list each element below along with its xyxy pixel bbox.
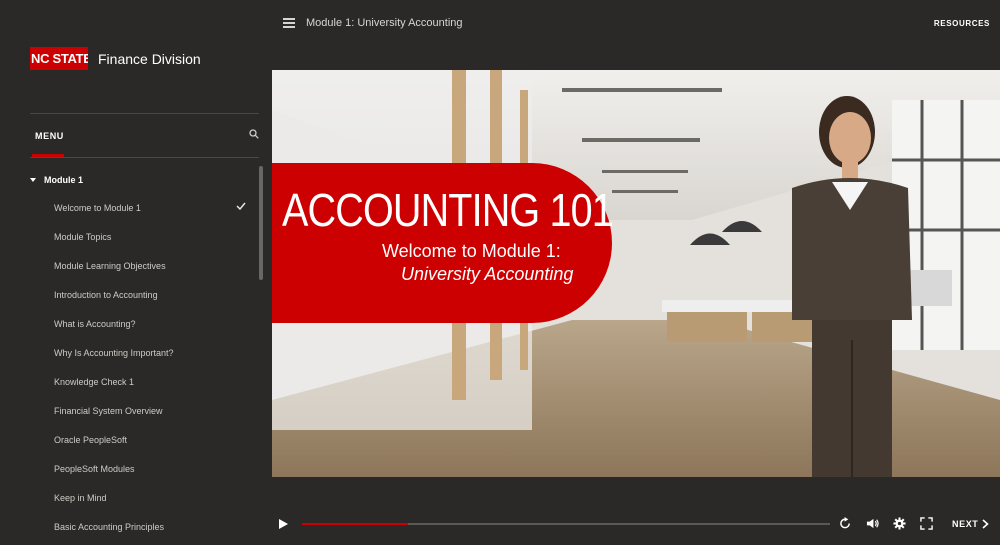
- module-title: Module 1: University Accounting: [306, 17, 463, 29]
- fullscreen-icon[interactable]: [920, 517, 933, 530]
- resources-button[interactable]: RESOURCES: [934, 19, 990, 28]
- menu-item-label: Basic Accounting Principles: [54, 521, 165, 532]
- check-icon: [236, 202, 246, 210]
- menu-divider: [30, 157, 259, 158]
- chevron-right-icon: [982, 519, 990, 529]
- menu-item-keep-in-mind[interactable]: Keep in Mind: [0, 483, 258, 512]
- menu-item-label: What is Accounting?: [54, 318, 136, 329]
- menu-item-label: Welcome to Module 1: [54, 202, 141, 213]
- menu-item-welcome[interactable]: Welcome to Module 1: [0, 193, 258, 222]
- player-controls: NEXT: [272, 508, 1000, 540]
- brand-logo: NC STATE Finance Division: [30, 47, 201, 70]
- menu-item-basic-principles[interactable]: Basic Accounting Principles: [0, 512, 258, 541]
- menu-item-peoplesoft-modules[interactable]: PeopleSoft Modules: [0, 454, 258, 483]
- menu-item-label: Oracle PeopleSoft: [54, 434, 128, 445]
- division-name: Finance Division: [98, 50, 201, 67]
- menu-item-why-important[interactable]: Why Is Accounting Important?: [0, 338, 258, 367]
- progress-fill: [302, 523, 408, 525]
- search-icon[interactable]: [249, 129, 259, 139]
- next-button[interactable]: NEXT: [952, 519, 990, 529]
- menu-item-knowledge-check-1[interactable]: Knowledge Check 1: [0, 367, 258, 396]
- slide-title: ACCOUNTING 101: [282, 184, 614, 236]
- play-icon[interactable]: [279, 519, 288, 529]
- next-label: NEXT: [952, 519, 979, 529]
- menu-item-financial-system-overview[interactable]: Financial System Overview: [0, 396, 258, 425]
- menu-item-intro-accounting[interactable]: Introduction to Accounting: [0, 280, 258, 309]
- menu-item-label: Knowledge Check 1: [54, 376, 135, 387]
- menu-item-label: PeopleSoft Modules: [54, 463, 135, 474]
- menu-item-label: Financial System Overview: [54, 405, 163, 416]
- progress-bar[interactable]: [302, 523, 830, 525]
- menu-item-what-is-accounting[interactable]: What is Accounting?: [0, 309, 258, 338]
- slide-subtitle-line1: Welcome to Module 1:: [382, 241, 561, 261]
- sidebar-divider: [30, 113, 259, 114]
- menu-item-label: Module Learning Objectives: [54, 260, 166, 271]
- menu-item-label: Module Topics: [54, 231, 112, 242]
- module-label: Module 1: [44, 175, 84, 185]
- volume-icon[interactable]: [866, 517, 879, 530]
- menu-item-learning-objectives[interactable]: Module Learning Objectives: [0, 251, 258, 280]
- menu-item-label: Keep in Mind: [54, 492, 107, 503]
- menu-item-module-topics[interactable]: Module Topics: [0, 222, 258, 251]
- slide-stage: ACCOUNTING 101 Welcome to Module 1: Univ…: [272, 70, 1000, 477]
- hamburger-icon[interactable]: [283, 18, 295, 28]
- menu-item-label: Introduction to Accounting: [54, 289, 158, 300]
- replay-icon[interactable]: [839, 517, 852, 530]
- menu-list: Welcome to Module 1 Module Topics Module…: [0, 193, 258, 541]
- module-toggle[interactable]: Module 1: [30, 173, 83, 187]
- menu-item-oracle-peoplesoft[interactable]: Oracle PeopleSoft: [0, 425, 258, 454]
- settings-icon[interactable]: [893, 517, 906, 530]
- sidebar: NC STATE Finance Division MENU Module 1 …: [0, 0, 272, 545]
- menu-tab[interactable]: MENU: [35, 131, 64, 141]
- menu-item-label: Why Is Accounting Important?: [54, 347, 174, 358]
- slide-subtitle-line2: University Accounting: [401, 264, 574, 284]
- nc-state-logo: NC STATE: [30, 47, 88, 70]
- menu-scrollbar[interactable]: [259, 166, 263, 280]
- caret-down-icon: [30, 178, 36, 182]
